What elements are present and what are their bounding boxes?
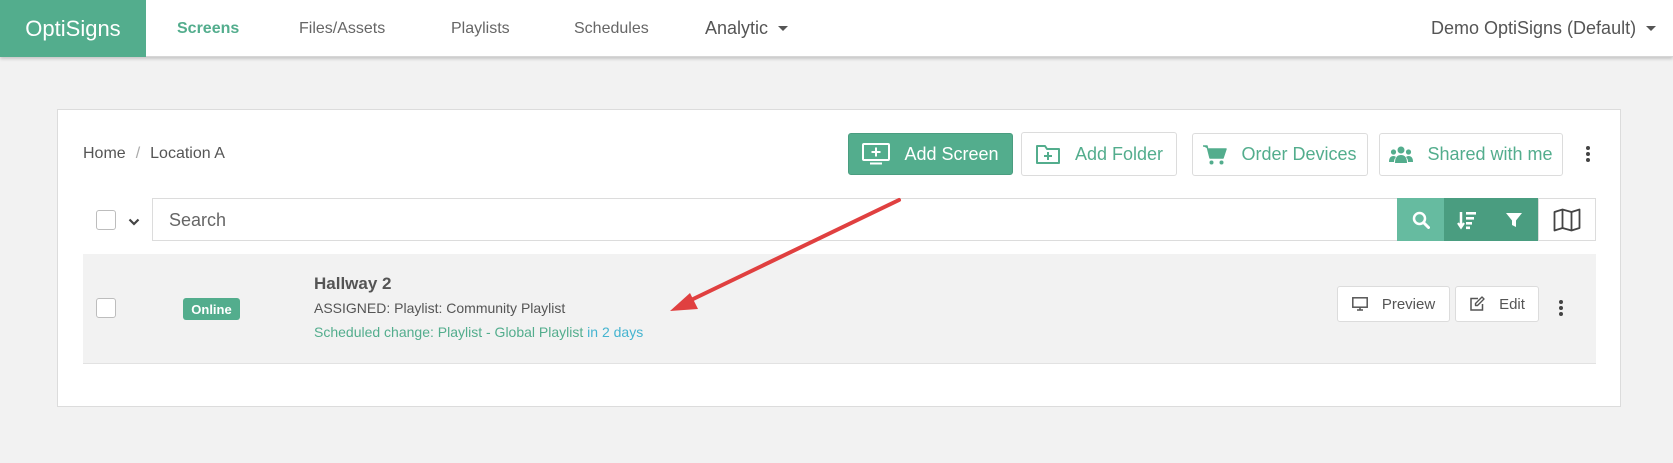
brand-logo[interactable]: OptiSigns: [0, 0, 146, 57]
scheduled-change: Scheduled change: Playlist - Global Play…: [314, 324, 643, 340]
account-label: Demo OptiSigns (Default): [1431, 18, 1637, 38]
top-navbar: OptiSigns Screens Files/Assets Playlists…: [0, 0, 1673, 57]
search-button[interactable]: [1397, 198, 1444, 241]
sort-icon: [1457, 211, 1476, 229]
scheduled-change-when: in 2 days: [587, 324, 644, 340]
select-all-checkbox[interactable]: [96, 210, 116, 230]
map-view-button[interactable]: [1538, 198, 1596, 241]
add-screen-label: Add Screen: [904, 143, 999, 164]
breadcrumb-home[interactable]: Home: [83, 145, 126, 163]
add-folder-button[interactable]: Add Folder: [1021, 132, 1177, 176]
breadcrumb-current: Location A: [150, 145, 225, 162]
search-icon: [1412, 211, 1430, 229]
add-screen-button[interactable]: Add Screen: [848, 133, 1013, 175]
cart-icon: [1203, 144, 1228, 164]
chevron-down-icon[interactable]: [128, 217, 140, 227]
screen-name[interactable]: Hallway 2: [314, 274, 392, 294]
breadcrumb-separator: /: [135, 145, 141, 162]
toolbar-more-icon[interactable]: [1586, 146, 1590, 162]
monitor-icon: [1351, 297, 1368, 311]
edit-label: Edit: [1499, 295, 1525, 313]
filter-button[interactable]: [1490, 198, 1538, 241]
screen-assigned: ASSIGNED: Playlist: Community Playlist: [314, 300, 566, 316]
account-dropdown[interactable]: Demo OptiSigns (Default): [1431, 0, 1657, 57]
sort-button[interactable]: [1444, 198, 1490, 241]
row-checkbox[interactable]: [96, 298, 116, 318]
edit-button[interactable]: Edit: [1455, 286, 1539, 322]
search-bar: [152, 198, 1397, 241]
order-devices-button[interactable]: Order Devices: [1192, 133, 1368, 176]
breadcrumb: Home / Location A: [83, 144, 225, 164]
add-folder-label: Add Folder: [1074, 143, 1164, 164]
chevron-down-icon: [778, 26, 789, 31]
row-more-icon[interactable]: [1559, 300, 1563, 316]
nav-files-assets[interactable]: Files/Assets: [299, 0, 385, 57]
nav-analytic-dropdown[interactable]: Analytic: [705, 0, 789, 57]
monitor-plus-icon: [862, 143, 891, 165]
edit-icon: [1470, 296, 1485, 311]
folder-plus-icon: [1035, 145, 1060, 164]
shared-with-me-label: Shared with me: [1427, 144, 1553, 164]
chevron-down-icon: [1646, 26, 1657, 31]
order-devices-label: Order Devices: [1241, 144, 1357, 164]
search-input[interactable]: [154, 200, 1394, 240]
filter-icon: [1506, 212, 1522, 227]
users-icon: [1389, 146, 1414, 163]
map-icon: [1553, 208, 1581, 231]
nav-analytic-label: Analytic: [705, 18, 769, 38]
scheduled-change-text: Scheduled change: Playlist - Global Play…: [314, 324, 584, 340]
preview-label: Preview: [1381, 295, 1436, 313]
shared-with-me-button[interactable]: Shared with me: [1379, 133, 1563, 176]
status-badge: Online: [183, 298, 240, 320]
nav-screens[interactable]: Screens: [177, 0, 239, 57]
nav-playlists[interactable]: Playlists: [451, 0, 510, 57]
preview-button[interactable]: Preview: [1337, 286, 1450, 322]
nav-schedules[interactable]: Schedules: [574, 0, 649, 57]
